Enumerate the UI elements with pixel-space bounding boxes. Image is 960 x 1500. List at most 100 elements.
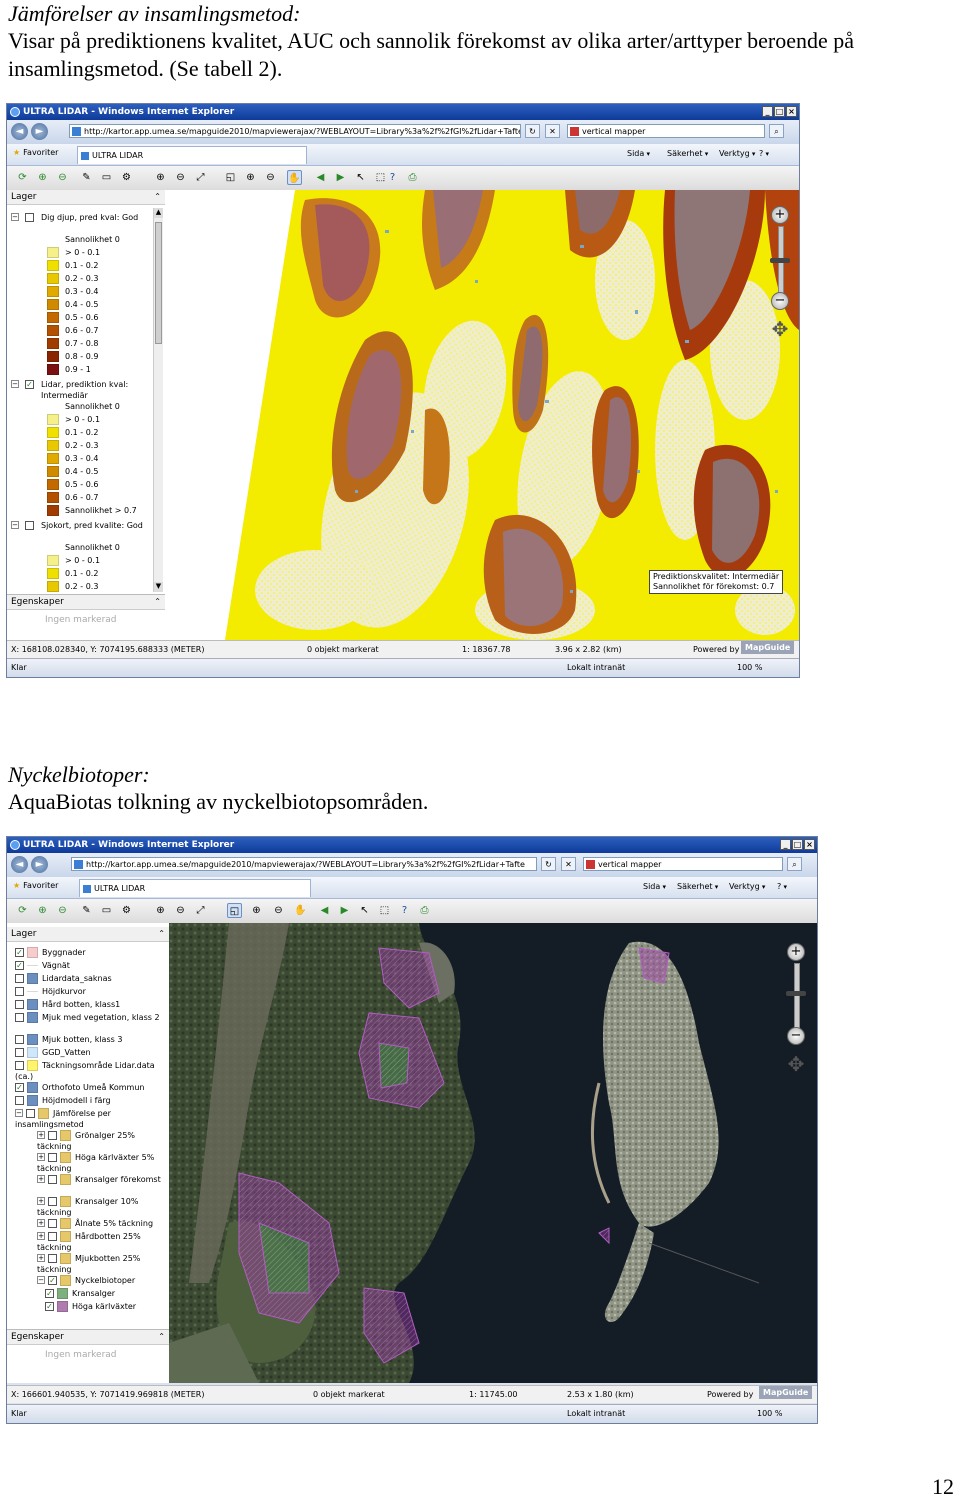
layer-item[interactable]: Täckningsområde Lidar.data (ca.) [15,1060,163,1082]
zoom-in-fixed-icon[interactable]: ⊕ [249,903,264,918]
edit-icon[interactable]: ✎ [79,903,94,918]
layer-checkbox[interactable] [15,1035,24,1044]
menu-verktyg[interactable]: Verktyg [729,882,765,891]
back-button[interactable]: ◄ [11,856,28,873]
layer-item[interactable]: Mjuk med vegetation, klass 2 [15,1012,163,1023]
layer-checkbox[interactable] [15,974,24,983]
layer-checkbox[interactable]: ✓ [25,380,34,389]
layer-checkbox[interactable] [48,1232,57,1241]
refresh-button[interactable]: ↻ [525,124,540,138]
measure-icon[interactable]: ▭ [99,170,114,185]
layer-checkbox[interactable]: ✓ [15,1083,24,1092]
pan-arrows-icon[interactable]: ✥ [783,1051,809,1077]
url-input[interactable]: http://kartor.app.umea.se/mapguide2010/m… [71,857,537,871]
expand-group-icon[interactable]: − [37,1276,45,1284]
zoom-level[interactable]: 100 % [737,659,762,677]
zoom-out-icon[interactable]: ⊖ [173,170,188,185]
favorites-button[interactable]: Favoriter [13,148,58,157]
menu-sakerhet[interactable]: Säkerhet [667,149,708,158]
layer-item[interactable]: + Höga kärlväxter 5% täckning [37,1152,163,1174]
menu-sida[interactable]: Sida [627,149,650,158]
stop-button[interactable]: ✕ [561,857,576,871]
tab-ultra-lidar[interactable]: ULTRA LIDAR [79,879,311,897]
legend-group-header[interactable]: − Sjokort, pred kvalite: God [11,520,146,531]
pan-icon[interactable]: ✋ [287,170,302,185]
layer-item[interactable]: − Jämförelse per insamlingsmetod [15,1108,163,1130]
expand-group-icon[interactable]: + [37,1197,45,1205]
zoom-in-icon[interactable]: ⊕ [153,903,168,918]
prev-view-icon[interactable]: ◀ [313,170,328,185]
close-button[interactable]: × [804,839,815,850]
map-orthophoto-biotopes[interactable]: + − ✥ [169,923,817,1383]
menu-sakerhet[interactable]: Säkerhet [677,882,718,891]
scroll-up-icon[interactable]: ▲ [154,208,163,218]
print-icon[interactable]: ⎙ [405,170,420,185]
zoom-out-control-icon[interactable]: − [771,292,789,310]
layer-checkbox[interactable]: ✓ [45,1302,54,1311]
menu-sida[interactable]: Sida [643,882,666,891]
zoom-extent-icon[interactable]: ⤢ [193,170,208,185]
collapse-icon[interactable]: ⌃ [154,190,161,204]
layer-checkbox[interactable] [15,1013,24,1022]
menu-verktyg[interactable]: Verktyg [719,149,755,158]
minimize-button[interactable]: _ [780,839,791,850]
layer-item[interactable]: + Hårdbotten 25% täckning [37,1231,163,1253]
layer-item[interactable]: Höjdkurvor [15,986,163,997]
layer-item[interactable]: + Ålnate 5% täckning [37,1218,163,1229]
layer-item[interactable]: ✓ Vägnät [15,960,163,971]
back-button[interactable]: ◄ [11,123,28,140]
zoom-in-control-icon[interactable]: + [787,943,805,961]
layer-checkbox[interactable] [26,1109,35,1118]
zoom-out-icon[interactable]: ⊖ [173,903,188,918]
layer-item[interactable]: Höjdmodell i färg [15,1095,163,1106]
layer-checkbox[interactable] [25,521,34,530]
layer-item[interactable]: ✓ Höga kärlväxter [45,1301,163,1312]
layers-scrollbar[interactable]: ▲ ▼ [153,208,163,592]
expand-group-icon[interactable]: + [37,1254,45,1262]
layer-item[interactable]: GGD_Vatten [15,1047,163,1058]
select-icon[interactable]: ↖ [357,903,372,918]
layer-checkbox[interactable] [48,1131,57,1140]
layer-checkbox[interactable] [48,1175,57,1184]
layer-checkbox[interactable] [15,1096,24,1105]
expand-group-icon[interactable]: − [15,1109,23,1117]
expand-group-icon[interactable]: + [37,1153,45,1161]
pan-arrows-icon[interactable]: ✥ [767,316,793,342]
next-view-icon[interactable]: ▶ [333,170,348,185]
legend-group-header[interactable]: − Dig djup, pred kval: God [11,212,146,223]
refresh-button[interactable]: ↻ [541,857,556,871]
collapse-group-icon[interactable]: − [11,380,19,388]
layer-refresh-icon[interactable]: ⟳ [15,170,30,185]
zoom-rect-icon[interactable]: ◱ [227,903,242,918]
zoom-out-control-icon[interactable]: − [787,1027,805,1045]
zoom-out-fixed-icon[interactable]: ⊖ [271,903,286,918]
pan-icon[interactable]: ✋ [293,903,308,918]
search-button[interactable]: ⌕ [769,124,784,138]
expand-group-icon[interactable]: + [37,1232,45,1240]
layer-item[interactable]: + Mjukbotten 25% täckning [37,1253,163,1275]
edit-icon[interactable]: ✎ [79,170,94,185]
scroll-thumb[interactable] [155,222,162,344]
next-view-icon[interactable]: ▶ [337,903,352,918]
add-layer-icon[interactable]: ⊕ [35,903,50,918]
tab-ultra-lidar[interactable]: ULTRA LIDAR [77,146,307,164]
zoom-in-icon[interactable]: ⊕ [153,170,168,185]
zoom-level[interactable]: 100 % [757,1405,782,1423]
layer-item[interactable]: − ✓ Nyckelbiotoper [37,1275,163,1286]
zoom-rect-icon[interactable]: ◱ [223,170,238,185]
close-button[interactable]: × [786,106,797,117]
layer-checkbox[interactable]: ✓ [15,961,24,970]
scroll-down-icon[interactable]: ▼ [154,582,163,592]
layer-item[interactable]: + Kransalger 10% täckning [37,1196,163,1218]
settings-icon[interactable]: ⚙ [119,903,134,918]
collapse-properties-icon[interactable]: ⌃ [158,1330,165,1344]
collapse-group-icon[interactable]: − [11,213,19,221]
layer-item[interactable]: Lidardata_saknas [15,973,163,984]
search-input[interactable]: vertical mapper [583,857,783,871]
zoom-slider-thumb[interactable] [770,258,790,263]
search-button[interactable]: ⌕ [787,857,802,871]
layer-checkbox[interactable] [48,1254,57,1263]
layer-item[interactable]: + Grönalger 25% täckning [37,1130,163,1152]
collapse-properties-icon[interactable]: ⌃ [154,595,161,609]
url-input[interactable]: http://kartor.app.umea.se/mapguide2010/m… [69,124,521,138]
